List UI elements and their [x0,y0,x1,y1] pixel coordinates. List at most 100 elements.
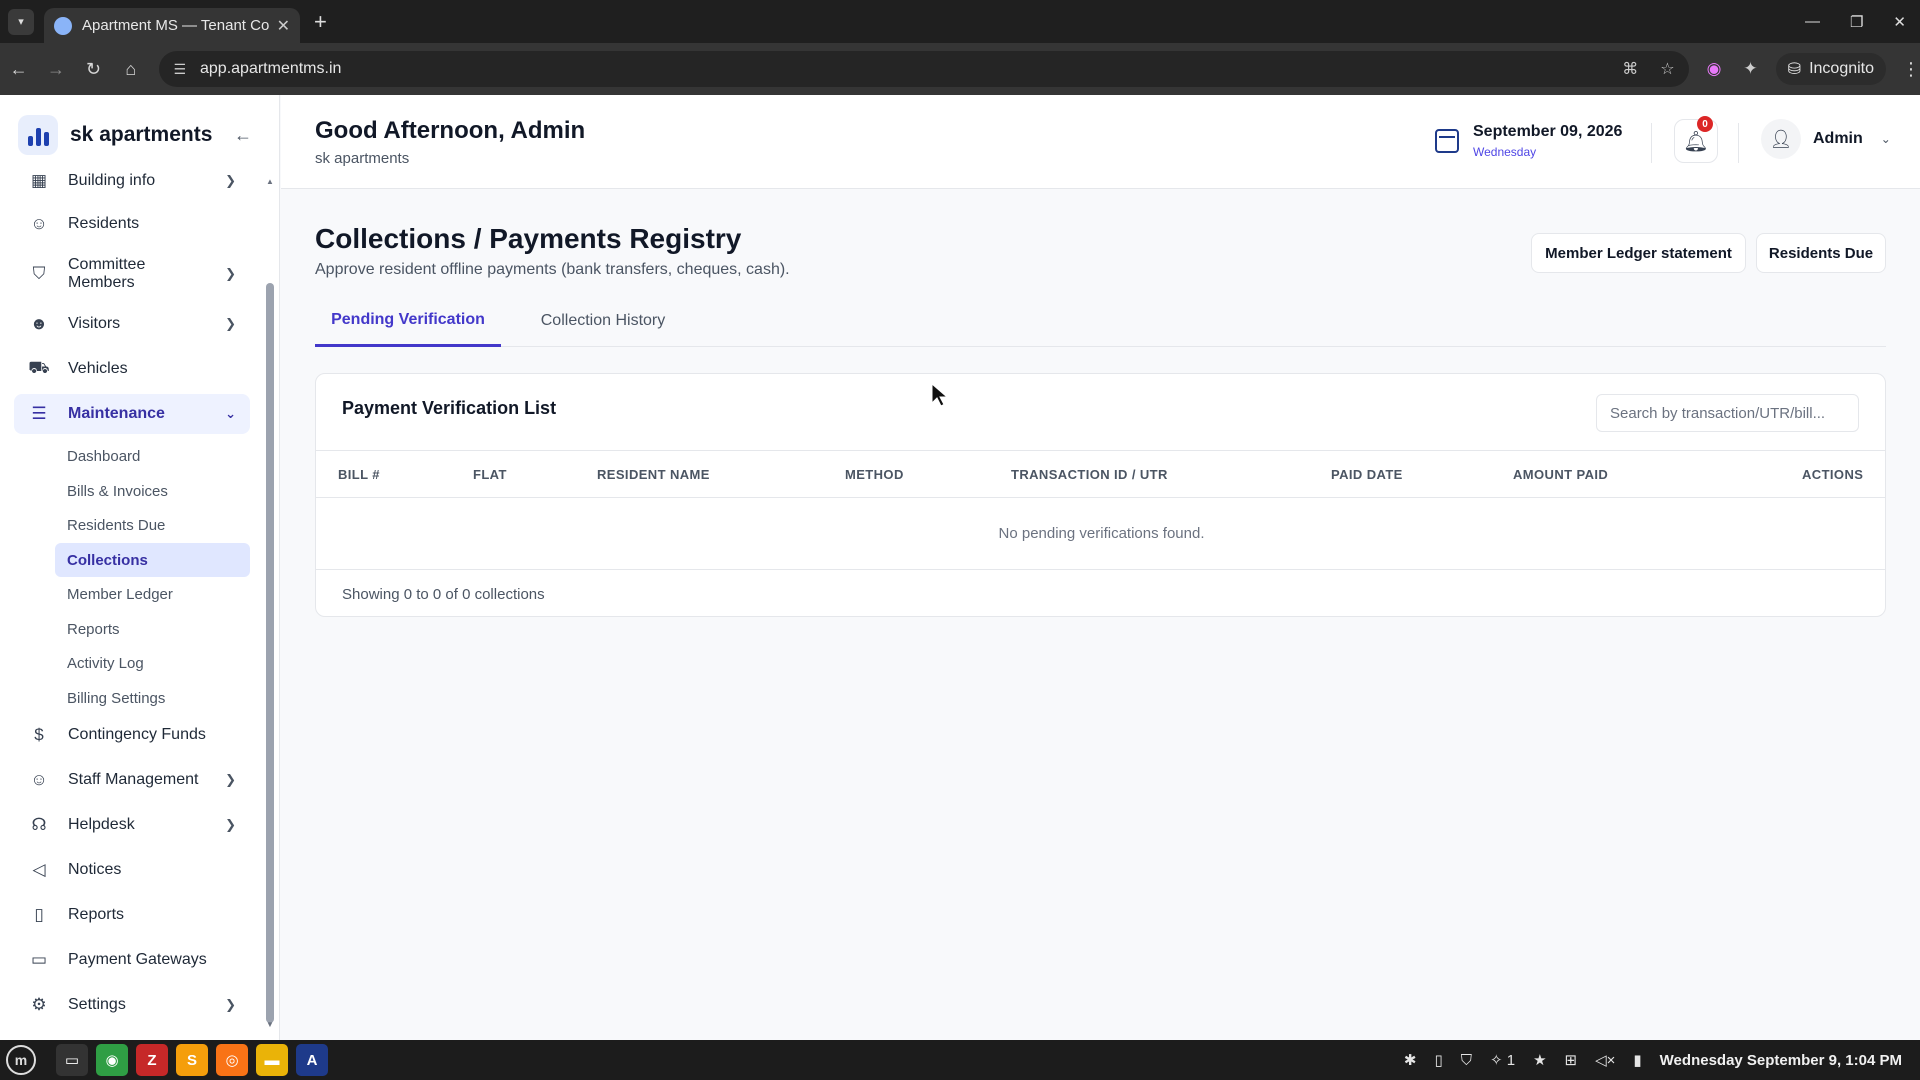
system-clock[interactable]: Wednesday September 9, 1:04 PM [1660,1052,1902,1069]
tab-pending-verification[interactable]: Pending Verification [315,295,501,347]
pagination-summary: Showing 0 to 0 of 0 collections [342,586,545,603]
shield-icon: ⛉ [32,264,46,283]
brand[interactable]: sk apartments [18,115,212,155]
empty-state: No pending verifications found. [316,498,1885,570]
user-menu[interactable]: 👤︎ Admin ⌄ [1761,119,1891,159]
sidebar-subitem-bills-invoices[interactable]: Bills & Invoices [55,474,250,508]
sidebar-subitem-dashboard[interactable]: Dashboard [55,439,250,473]
sidebar-subitem-billing-settings[interactable]: Billing Settings [55,681,250,715]
sidebar-item-maintenance[interactable]: ☰ Maintenance ⌄ [14,394,250,434]
site-info-icon[interactable]: ☰ [173,61,186,78]
tab-title: Apartment MS — Tenant Co [82,17,269,34]
server-icon: ☰ [31,404,47,423]
collapse-sidebar-icon[interactable]: ← [234,125,252,146]
url-text[interactable]: app.apartmentms.in [200,60,1622,78]
sidebar-scrollbar[interactable]: ▲ ▼ [265,177,275,1032]
terminal-icon[interactable]: ▭ [56,1044,88,1076]
extensions-puzzle-icon[interactable]: ✦ [1743,59,1757,79]
gear-icon: ⚙ [31,995,47,1014]
megaphone-icon: ◁ [32,860,46,879]
tab-collection-history[interactable]: Collection History [521,295,685,347]
sidebar: sk apartments ← ▦ Building info ❯ ☺ Resi… [0,95,280,1040]
filezilla-icon[interactable]: Z [136,1044,168,1076]
card-icon: ▭ [30,950,48,969]
incognito-badge[interactable]: ⛁ Incognito [1775,53,1887,85]
sidebar-item-residents[interactable]: ☺ Residents [14,204,250,244]
sidebar-item-contingency-funds[interactable]: $ Contingency Funds [14,715,250,755]
sidebar-item-helpdesk[interactable]: ☊ Helpdesk ❯ [14,805,250,845]
tab-close-icon[interactable]: ✕ [277,16,290,36]
sidebar-subitem-member-ledger[interactable]: Member Ledger [55,577,250,611]
date-text: September 09, 2026 [1473,123,1623,140]
sidebar-scroll-thumb[interactable] [266,283,274,1023]
sidebar-item-vehicles[interactable]: ⛟ Vehicles [14,349,250,389]
collections-tabs: Pending Verification Collection History [315,295,1886,347]
sidebar-item-building-info[interactable]: ▦ Building info ❯ [14,161,250,201]
minimize-icon[interactable]: — [1805,13,1820,31]
scroll-up-icon[interactable]: ▲ [265,177,275,186]
bluetooth-icon[interactable]: ✱ [1404,1051,1417,1069]
clipboard-icon[interactable]: ▯ [1434,1051,1442,1069]
shield-tray-icon[interactable]: ⛉ [1461,1052,1472,1069]
avatar: 👤︎ [1761,119,1801,159]
notifications-button[interactable]: 🔔︎ 0 [1674,116,1718,163]
column-paid-date: PAID DATE [1331,467,1403,482]
sublime-icon[interactable]: S [176,1044,208,1076]
column-amount-paid: AMOUNT PAID [1513,467,1609,482]
residents-due-button[interactable]: Residents Due [1756,233,1886,273]
search-input[interactable] [1596,394,1859,432]
sidebar-subitem-collections[interactable]: Collections [55,543,250,577]
tray-count: 1 [1506,1052,1516,1069]
battery-icon[interactable]: ▮ [1633,1051,1641,1069]
url-omnibox[interactable]: ☰ app.apartmentms.in ⌘ ☆ [159,51,1689,87]
reload-icon[interactable]: ↻ [75,59,112,80]
firefox-icon[interactable]: ◎ [216,1044,248,1076]
notification-badge: 0 [1697,116,1713,132]
sidebar-item-staff-management[interactable]: ☺ Staff Management ❯ [14,760,250,800]
column-resident-name: RESIDENT NAME [597,467,710,482]
new-tab-icon[interactable]: + [314,9,327,35]
maximize-icon[interactable]: ❐ [1850,13,1863,31]
browser-tab[interactable]: Apartment MS — Tenant Co ✕ [44,8,300,43]
tab-search-icon[interactable]: ▾ [8,8,34,35]
files-icon[interactable]: ▬ [256,1044,288,1076]
notifications-tray-icon[interactable]: ✧ 1 [1490,1051,1515,1069]
header-divider [1738,123,1739,163]
current-date: September 09, 2026 Wednesday [1435,123,1622,159]
back-icon[interactable]: ← [0,59,37,80]
network-icon[interactable]: ⊞ [1565,1051,1578,1069]
sidebar-item-committee-members[interactable]: ⛉ Committee Members ❯ [14,251,250,297]
close-window-icon[interactable]: ✕ [1893,13,1906,31]
star-tray-icon[interactable]: ★ [1533,1051,1546,1069]
app-launcher-icon[interactable]: A [296,1044,328,1076]
start-menu-icon[interactable]: m [6,1045,36,1075]
volume-muted-icon[interactable]: ◁× [1595,1051,1615,1069]
sidebar-item-settings[interactable]: ⚙ Settings ❯ [14,985,250,1025]
sidebar-subitem-reports[interactable]: Reports [55,612,250,646]
top-header: Good Afternoon, Admin sk apartments Sept… [281,95,1920,189]
forward-icon[interactable]: → [37,59,74,80]
browser-address-bar: ← → ↻ ⌂ ☰ app.apartmentms.in ⌘ ☆ ◉ ✦ ⛁ I… [0,43,1920,95]
system-tray: ✱ ▯ ⛉ ✧ 1 ★ ⊞ ◁× ▮ Wednesday September 9… [1404,1051,1902,1070]
weekday-text: Wednesday [1473,145,1537,159]
file-icon: ▯ [34,905,44,924]
card-title: Payment Verification List [342,398,557,418]
sidebar-subitem-activity-log[interactable]: Activity Log [55,646,250,680]
browser-menu-icon[interactable]: ⋮ [1902,59,1920,80]
scroll-down-icon[interactable]: ▼ [265,1020,275,1029]
sidebar-item-visitors[interactable]: ☻ Visitors ❯ [14,304,250,344]
incognito-icon: ⛁ [1787,61,1802,78]
sidebar-item-reports[interactable]: ▯ Reports [14,895,250,935]
bell-icon: 🔔︎ [1683,130,1709,153]
sidebar-item-notices[interactable]: ◁ Notices [14,850,250,890]
home-icon[interactable]: ⌂ [112,59,149,80]
sidebar-subitem-residents-due[interactable]: Residents Due [55,508,250,542]
extension-color-icon[interactable]: ◉ [1707,59,1722,79]
chrome-icon[interactable]: ◉ [96,1044,128,1076]
sidebar-item-payment-gateways[interactable]: ▭ Payment Gateways [14,940,250,980]
member-ledger-statement-button[interactable]: Member Ledger statement [1531,233,1746,273]
translate-icon[interactable]: ⌘ [1622,59,1638,79]
chevron-right-icon: ❯ [225,266,236,281]
car-icon: ⛟ [28,358,50,377]
bookmark-star-icon[interactable]: ☆ [1660,59,1674,79]
